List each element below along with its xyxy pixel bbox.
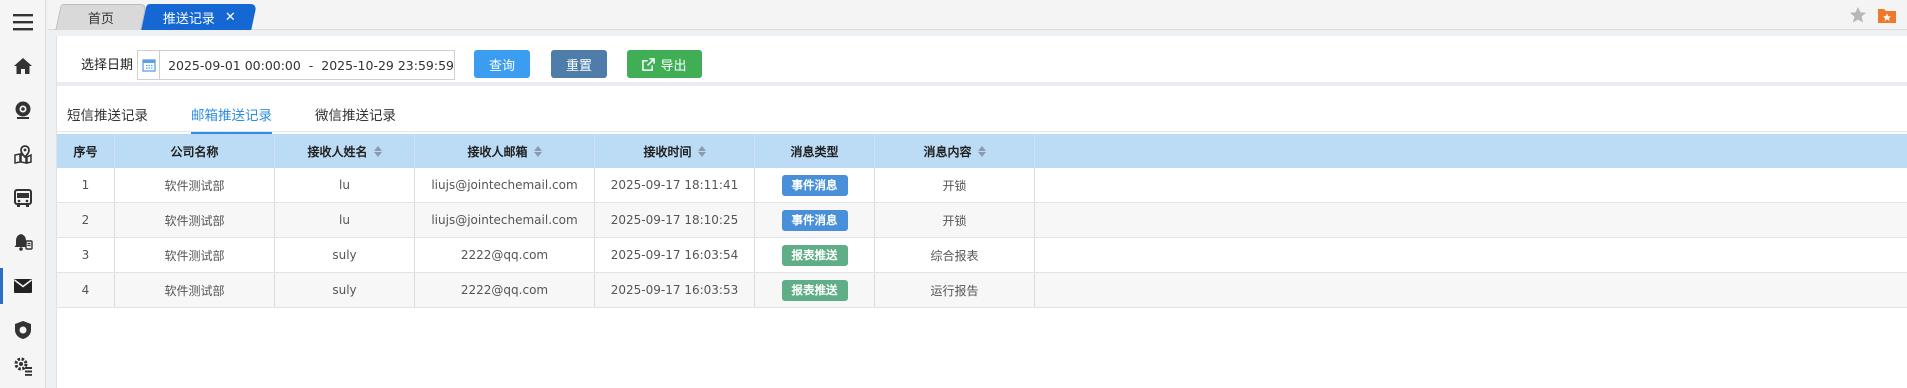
cell-company: 软件测试部 xyxy=(115,273,275,307)
tab-push-records-label: 推送记录 xyxy=(162,11,215,27)
cell-index: 3 xyxy=(57,238,115,272)
cell-name: lu xyxy=(275,168,415,202)
gear-list-icon xyxy=(14,357,32,376)
message-type-badge: 事件消息 xyxy=(781,209,848,231)
message-type-badge: 报表推送 xyxy=(781,279,848,301)
cell-time: 2025-09-17 18:11:41 xyxy=(595,168,755,202)
sidebar-item-home[interactable] xyxy=(0,44,46,88)
date-filter-label: 选择日期 xyxy=(81,58,134,73)
message-type-badge: 事件消息 xyxy=(781,174,848,196)
tab-home-label: 首页 xyxy=(87,12,114,27)
camera-icon xyxy=(15,101,31,119)
close-icon[interactable]: ✕ xyxy=(225,10,236,25)
tab-home[interactable]: 首页 xyxy=(55,4,147,30)
favorites-folder-icon[interactable] xyxy=(1877,6,1897,24)
tab-sms-records[interactable]: 短信推送记录 xyxy=(67,104,148,132)
reset-button[interactable]: 重置 xyxy=(551,50,607,78)
bus-icon xyxy=(14,189,32,207)
sidebar-item-alarm[interactable] xyxy=(0,220,46,264)
cell-name: lu xyxy=(275,203,415,237)
cell-email: 2222@qq.com xyxy=(415,273,595,307)
date-range-input[interactable]: 2025-09-01 00:00:00 - 2025-10-29 23:59:5… xyxy=(137,50,455,80)
filter-bar: 选择日期 2025-09-01 00:00:00 - 2025-10-29 23… xyxy=(57,36,1907,86)
date-range-value: 2025-09-01 00:00:00 - 2025-10-29 23:59:5… xyxy=(168,57,454,73)
sidebar-item-camera[interactable] xyxy=(0,88,46,132)
cell-index: 1 xyxy=(57,168,115,202)
header-recipient-name[interactable]: 接收人姓名 xyxy=(275,134,415,168)
header-recipient-email[interactable]: 接收人邮箱 xyxy=(415,134,595,168)
header-filler xyxy=(1035,134,1907,168)
cell-content: 运行报告 xyxy=(875,273,1035,307)
menu-icon xyxy=(13,14,33,31)
cell-time: 2025-09-17 16:03:53 xyxy=(595,273,755,307)
cell-company: 软件测试部 xyxy=(115,168,275,202)
cell-email: liujs@jointechemail.com xyxy=(415,168,595,202)
record-type-tabs: 短信推送记录 邮箱推送记录 微信推送记录 xyxy=(57,94,1907,134)
sidebar-item-mail[interactable] xyxy=(0,264,46,308)
star-icon[interactable] xyxy=(1849,6,1867,24)
cell-email: liujs@jointechemail.com xyxy=(415,203,595,237)
export-button[interactable]: 导出 xyxy=(627,50,702,78)
sort-icon[interactable] xyxy=(533,145,542,157)
query-button[interactable]: 查询 xyxy=(474,50,530,78)
cell-time: 2025-09-17 18:10:25 xyxy=(595,203,755,237)
cell-content: 开锁 xyxy=(875,203,1035,237)
cell-content: 综合报表 xyxy=(875,238,1035,272)
header-message-type: 消息类型 xyxy=(755,134,875,168)
calendar-icon[interactable] xyxy=(138,51,161,79)
message-type-badge: 报表推送 xyxy=(781,244,848,266)
header-index: 序号 xyxy=(57,134,115,168)
alarm-icon xyxy=(14,234,33,251)
table-header: 序号 公司名称 接收人姓名 接收人邮箱 接收时间 消息类型 消息内容 xyxy=(57,134,1907,168)
cell-company: 软件测试部 xyxy=(115,203,275,237)
cell-index: 4 xyxy=(57,273,115,307)
table-row[interactable]: 4 软件测试部 suly 2222@qq.com 2025-09-17 16:0… xyxy=(57,273,1907,308)
sidebar-item-location[interactable] xyxy=(0,132,46,176)
home-icon xyxy=(14,58,32,74)
table-row[interactable]: 1 软件测试部 lu liujs@jointechemail.com 2025-… xyxy=(57,168,1907,203)
header-message-content[interactable]: 消息内容 xyxy=(875,134,1035,168)
cell-content: 开锁 xyxy=(875,168,1035,202)
tab-wechat-records[interactable]: 微信推送记录 xyxy=(315,104,396,132)
sort-icon[interactable] xyxy=(373,145,382,157)
tab-bar: 首页 推送记录 ✕ xyxy=(48,0,1907,30)
cell-name: suly xyxy=(275,273,415,307)
map-pin-icon xyxy=(14,145,32,164)
cell-company: 软件测试部 xyxy=(115,238,275,272)
tab-email-records[interactable]: 邮箱推送记录 xyxy=(191,104,272,134)
main-panel: 选择日期 2025-09-01 00:00:00 - 2025-10-29 23… xyxy=(56,36,1907,388)
table-row[interactable]: 3 软件测试部 suly 2222@qq.com 2025-09-17 16:0… xyxy=(57,238,1907,273)
tab-push-records[interactable]: 推送记录 ✕ xyxy=(141,4,257,30)
cell-time: 2025-09-17 16:03:54 xyxy=(595,238,755,272)
cell-index: 2 xyxy=(57,203,115,237)
table-row[interactable]: 2 软件测试部 lu liujs@jointechemail.com 2025-… xyxy=(57,203,1907,238)
sidebar xyxy=(0,0,46,388)
sidebar-item-vehicle[interactable] xyxy=(0,176,46,220)
export-icon xyxy=(642,57,656,71)
mail-icon xyxy=(14,279,32,293)
records-table: 序号 公司名称 接收人姓名 接收人邮箱 接收时间 消息类型 消息内容 1 软件测… xyxy=(57,134,1907,308)
cell-email: 2222@qq.com xyxy=(415,238,595,272)
sort-icon[interactable] xyxy=(697,145,706,157)
header-company: 公司名称 xyxy=(115,134,275,168)
menu-toggle-button[interactable] xyxy=(0,0,46,44)
header-receive-time[interactable]: 接收时间 xyxy=(595,134,755,168)
sidebar-item-settings[interactable] xyxy=(0,344,46,388)
cell-name: suly xyxy=(275,238,415,272)
sort-icon[interactable] xyxy=(977,145,986,157)
shield-icon xyxy=(15,321,31,339)
export-label: 导出 xyxy=(660,58,687,74)
